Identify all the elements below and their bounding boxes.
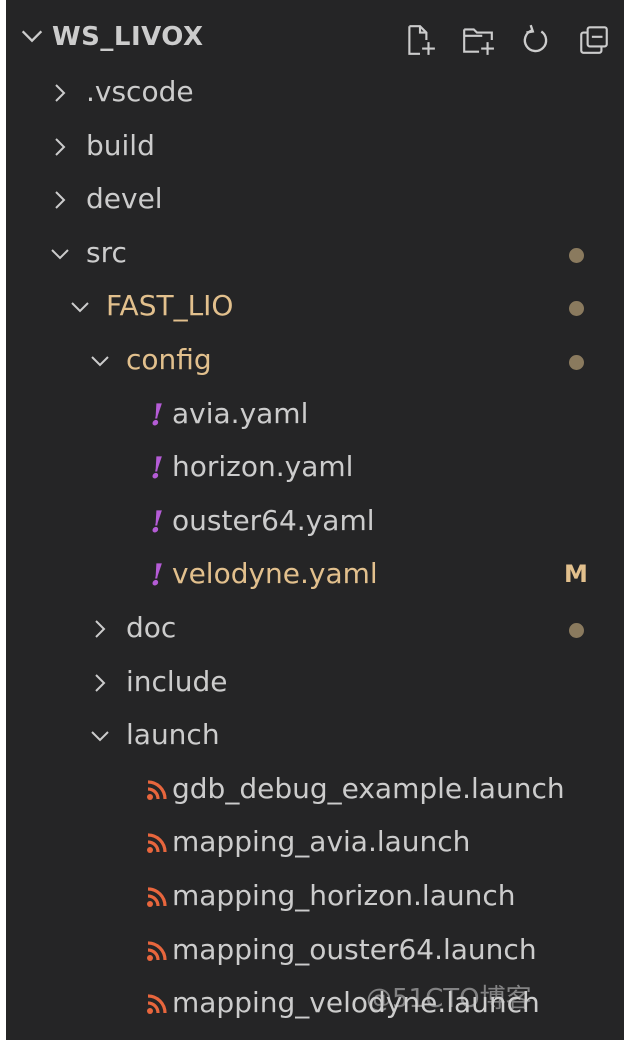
refresh-button[interactable] [514, 20, 558, 60]
yaml-file-icon: ! [150, 451, 164, 487]
item-label: build [86, 128, 155, 162]
item-label: mapping_ouster64.launch [172, 932, 537, 966]
chevron-down-icon[interactable] [18, 22, 46, 50]
item-label: src [86, 235, 127, 269]
item-label: ouster64.yaml [172, 503, 375, 537]
item-label: devel [86, 182, 163, 216]
file-item[interactable]: ! avia.yaml [6, 390, 624, 444]
git-status-dot [569, 247, 584, 263]
chevron-down-icon [71, 302, 89, 313]
folder-item[interactable]: build [6, 122, 624, 176]
bottom-margin [0, 1040, 624, 1048]
item-label: mapping_horizon.launch [172, 879, 516, 912]
yaml-file-icon: ! [150, 504, 164, 540]
file-item[interactable]: ! velodyne.yaml M [6, 550, 624, 604]
item-label: config [126, 343, 212, 376]
item-label: FAST_LIO [106, 289, 234, 323]
launch-file-icon [147, 780, 167, 800]
new-folder-button[interactable] [456, 20, 500, 60]
workspace-title: WS_LIVOX [52, 22, 204, 52]
git-status-badge: M [564, 560, 588, 589]
explorer-actions [398, 20, 616, 60]
git-status-dot [569, 301, 584, 317]
folder-item[interactable]: FAST_LIO [6, 282, 624, 336]
yaml-file-icon: ! [150, 558, 164, 594]
collapse-all-button[interactable] [572, 20, 616, 60]
item-label: include [126, 664, 228, 698]
folder-item[interactable]: include [6, 658, 624, 712]
folder-item[interactable]: src [6, 229, 624, 283]
chevron-down-icon [91, 731, 109, 742]
item-label: gdb_debug_example.launch [172, 771, 565, 805]
file-item[interactable]: gdb_debug_example.launch [6, 765, 624, 819]
item-label: launch [126, 718, 220, 752]
chevron-down-icon [91, 356, 109, 367]
item-label: horizon.yaml [172, 450, 354, 484]
item-label: velodyne.yaml [172, 557, 378, 591]
chevron-right-icon [95, 620, 106, 638]
chevron-right-icon [55, 84, 66, 102]
explorer-panel: WS_LIVOX .vscode build devel src FAST_LI… [6, 0, 624, 1048]
file-item[interactable]: mapping_horizon.launch [6, 872, 624, 926]
chevron-right-icon [55, 191, 66, 209]
folder-item[interactable]: launch [6, 711, 624, 765]
folder-item[interactable]: config [6, 336, 624, 390]
file-item[interactable]: mapping_avia.launch [6, 818, 624, 872]
folder-item[interactable]: doc [6, 604, 624, 658]
item-label: avia.yaml [172, 396, 309, 430]
collapse-all-icon [580, 26, 608, 54]
item-label: .vscode [86, 75, 194, 108]
file-item[interactable]: ! ouster64.yaml [6, 497, 624, 551]
chevron-right-icon [95, 673, 106, 692]
folder-item[interactable]: .vscode [6, 68, 624, 122]
file-item[interactable]: mapping_ouster64.launch [6, 926, 624, 980]
file-item[interactable]: ! horizon.yaml [6, 443, 624, 497]
yaml-file-icon: ! [150, 397, 164, 433]
refresh-icon [523, 24, 548, 53]
chevron-down-icon [51, 249, 69, 260]
launch-file-icon [147, 887, 167, 907]
git-status-dot [569, 623, 584, 638]
folder-item[interactable]: devel [6, 175, 624, 229]
launch-file-icon [147, 940, 167, 961]
new-file-button[interactable] [398, 20, 442, 60]
git-status-dot [569, 355, 584, 370]
watermark: @51CTO博客 [366, 984, 532, 1014]
launch-file-icon [147, 833, 167, 854]
new-folder-icon [463, 28, 494, 55]
chevron-right-icon [55, 137, 66, 156]
item-label: mapping_avia.launch [172, 825, 471, 859]
new-file-icon [408, 25, 435, 55]
launch-file-icon [147, 994, 167, 1015]
item-label: doc [126, 611, 177, 644]
